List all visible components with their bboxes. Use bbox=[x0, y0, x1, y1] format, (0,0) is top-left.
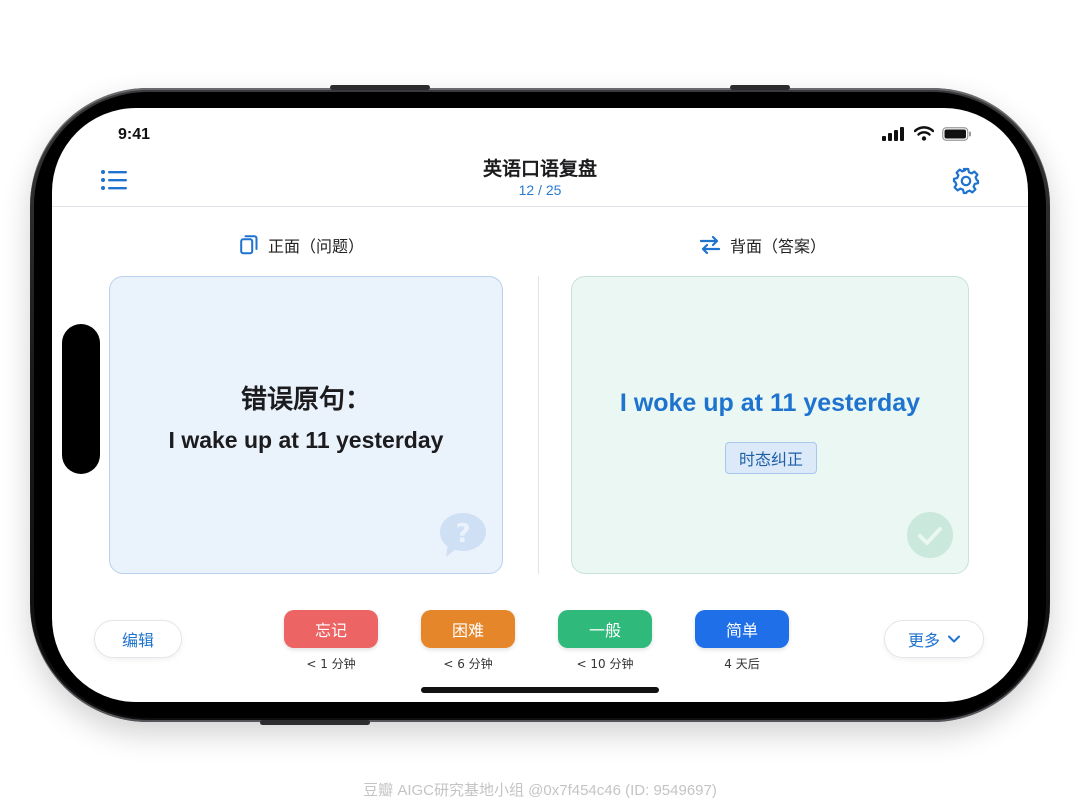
app-screen: 9:41 英语口语复盘 12 / 25 正面（问题） 背面（答案） 错误原句： … bbox=[52, 108, 1028, 702]
grade-good: 一般 < 10 分钟 bbox=[558, 610, 652, 672]
more-button[interactable]: 更多 bbox=[884, 620, 984, 658]
hard-button[interactable]: 困难 bbox=[421, 610, 515, 648]
cellular-signal-icon bbox=[882, 126, 904, 141]
checkmark-circle-icon bbox=[907, 512, 953, 558]
more-label: 更多 bbox=[907, 631, 940, 650]
wrong-sentence-heading: 错误原句： bbox=[240, 385, 371, 415]
header-divider bbox=[52, 206, 1028, 207]
hard-interval: < 6 分钟 bbox=[443, 657, 493, 671]
edit-button[interactable]: 编辑 bbox=[94, 620, 182, 658]
gear-icon[interactable] bbox=[952, 167, 980, 195]
status-icons bbox=[882, 126, 972, 141]
card-divider bbox=[538, 276, 539, 574]
front-side-header: 正面（问题） bbox=[240, 233, 364, 257]
battery-icon bbox=[942, 126, 971, 141]
grade-forgot: 忘记 < 1 分钟 bbox=[284, 610, 378, 672]
action-button bbox=[730, 85, 790, 90]
svg-text:?: ? bbox=[455, 519, 470, 549]
question-bubble-icon: ? bbox=[440, 513, 486, 557]
front-card[interactable]: 错误原句： I wake up at 11 yesterday ? bbox=[109, 276, 503, 574]
home-indicator[interactable] bbox=[421, 687, 659, 693]
grade-hard: 困难 < 6 分钟 bbox=[421, 610, 515, 672]
corrected-sentence: I woke up at 11 yesterday bbox=[619, 389, 921, 417]
deck-title: 英语口语复盘 bbox=[482, 158, 597, 180]
forgot-button[interactable]: 忘记 bbox=[284, 610, 378, 648]
chevron-down-icon bbox=[948, 635, 960, 643]
front-side-label: 正面（问题） bbox=[268, 237, 365, 256]
good-interval: < 10 分钟 bbox=[576, 657, 634, 671]
copy-card-icon bbox=[240, 235, 258, 255]
power-button bbox=[260, 720, 370, 725]
card-progress: 12 / 25 bbox=[518, 182, 562, 198]
wrong-sentence: I wake up at 11 yesterday bbox=[168, 427, 444, 453]
easy-interval: 4 天后 bbox=[724, 657, 760, 671]
volume-button bbox=[330, 85, 430, 90]
dynamic-island bbox=[62, 324, 100, 474]
grade-easy: 简单 4 天后 bbox=[695, 610, 789, 672]
watermark: 豆瓣 AIGC研究基地小组 @0x7f454c46 (ID: 9549697) bbox=[363, 782, 717, 799]
correction-tag: 时态纠正 bbox=[725, 442, 817, 474]
good-button[interactable]: 一般 bbox=[558, 610, 652, 648]
forgot-interval: < 1 分钟 bbox=[306, 657, 356, 671]
swap-arrows-icon bbox=[700, 236, 720, 254]
wifi-icon bbox=[914, 126, 934, 141]
back-card[interactable]: I woke up at 11 yesterday 时态纠正 bbox=[571, 276, 969, 574]
status-time: 9:41 bbox=[118, 126, 151, 143]
back-side-header: 背面（答案） bbox=[700, 233, 826, 257]
easy-button[interactable]: 简单 bbox=[695, 610, 789, 648]
back-side-label: 背面（答案） bbox=[730, 237, 827, 256]
